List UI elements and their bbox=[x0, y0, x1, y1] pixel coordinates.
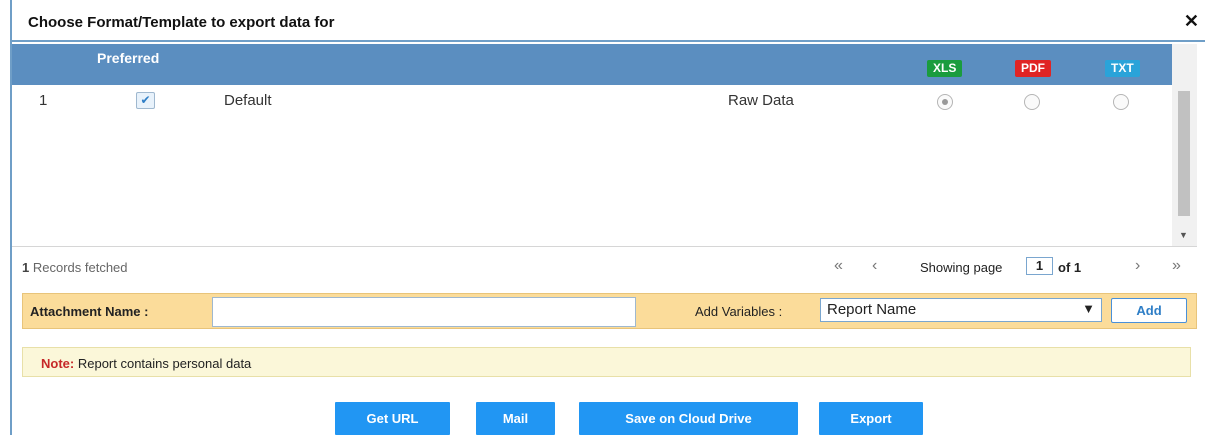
row-index: 1 bbox=[39, 92, 48, 109]
mail-button[interactable]: Mail bbox=[476, 402, 555, 435]
scroll-down-icon[interactable]: ▼ bbox=[1179, 230, 1188, 240]
grid-divider bbox=[12, 246, 1197, 247]
format-pdf-badge: PDF bbox=[1015, 60, 1051, 77]
add-variable-button[interactable]: Add bbox=[1111, 298, 1187, 323]
variables-select-value: Report Name bbox=[827, 301, 917, 318]
first-page-icon[interactable]: « bbox=[834, 257, 843, 275]
page-total: of 1 bbox=[1058, 260, 1082, 275]
export-button[interactable]: Export bbox=[819, 402, 923, 435]
grid-header bbox=[12, 44, 1172, 85]
attachment-name-label: Attachment Name : bbox=[30, 304, 149, 319]
table-row: 1 Default Raw Data bbox=[12, 85, 1172, 115]
close-icon[interactable]: ✕ bbox=[1184, 11, 1199, 32]
note-label: Note: bbox=[41, 356, 75, 371]
save-on-cloud-drive-button[interactable]: Save on Cloud Drive bbox=[579, 402, 798, 435]
variables-select[interactable]: Report Name ▼ bbox=[820, 298, 1102, 322]
format-xls-badge: XLS bbox=[927, 60, 963, 77]
note-text: Report contains personal data bbox=[77, 356, 252, 371]
attachment-name-input[interactable] bbox=[212, 297, 636, 327]
format-xls-radio[interactable] bbox=[937, 94, 953, 110]
add-variables-label: Add Variables : bbox=[695, 304, 783, 319]
preferred-checkbox[interactable]: ✔ bbox=[136, 92, 155, 109]
records-count: 1 bbox=[22, 260, 30, 275]
page-number-input[interactable]: 1 bbox=[1026, 257, 1053, 275]
export-dialog: Choose Format/Template to export data fo… bbox=[10, 0, 1205, 435]
get-url-button[interactable]: Get URL bbox=[335, 402, 450, 435]
row-template-type: Raw Data bbox=[728, 92, 794, 109]
row-template-name: Default bbox=[224, 92, 272, 109]
chevron-down-icon: ▼ bbox=[1082, 301, 1095, 316]
next-page-icon[interactable]: › bbox=[1135, 257, 1140, 275]
records-fetched-status: 1 Records fetched bbox=[22, 260, 128, 275]
previous-page-icon[interactable]: ‹ bbox=[872, 257, 877, 275]
format-txt-radio[interactable] bbox=[1113, 94, 1129, 110]
records-text: Records fetched bbox=[32, 260, 128, 275]
title-divider bbox=[12, 40, 1205, 42]
showing-page-label: Showing page bbox=[920, 260, 1003, 275]
grid-scrollbar[interactable]: ▼ bbox=[1172, 44, 1197, 246]
scrollbar-thumb[interactable] bbox=[1178, 91, 1190, 216]
format-pdf-radio[interactable] bbox=[1024, 94, 1040, 110]
last-page-icon[interactable]: » bbox=[1172, 257, 1181, 275]
note-message: Note: Report contains personal data bbox=[41, 356, 251, 371]
format-txt-badge: TXT bbox=[1105, 60, 1140, 77]
dialog-title: Choose Format/Template to export data fo… bbox=[28, 14, 335, 31]
column-header-preferred: Preferred bbox=[97, 50, 160, 66]
